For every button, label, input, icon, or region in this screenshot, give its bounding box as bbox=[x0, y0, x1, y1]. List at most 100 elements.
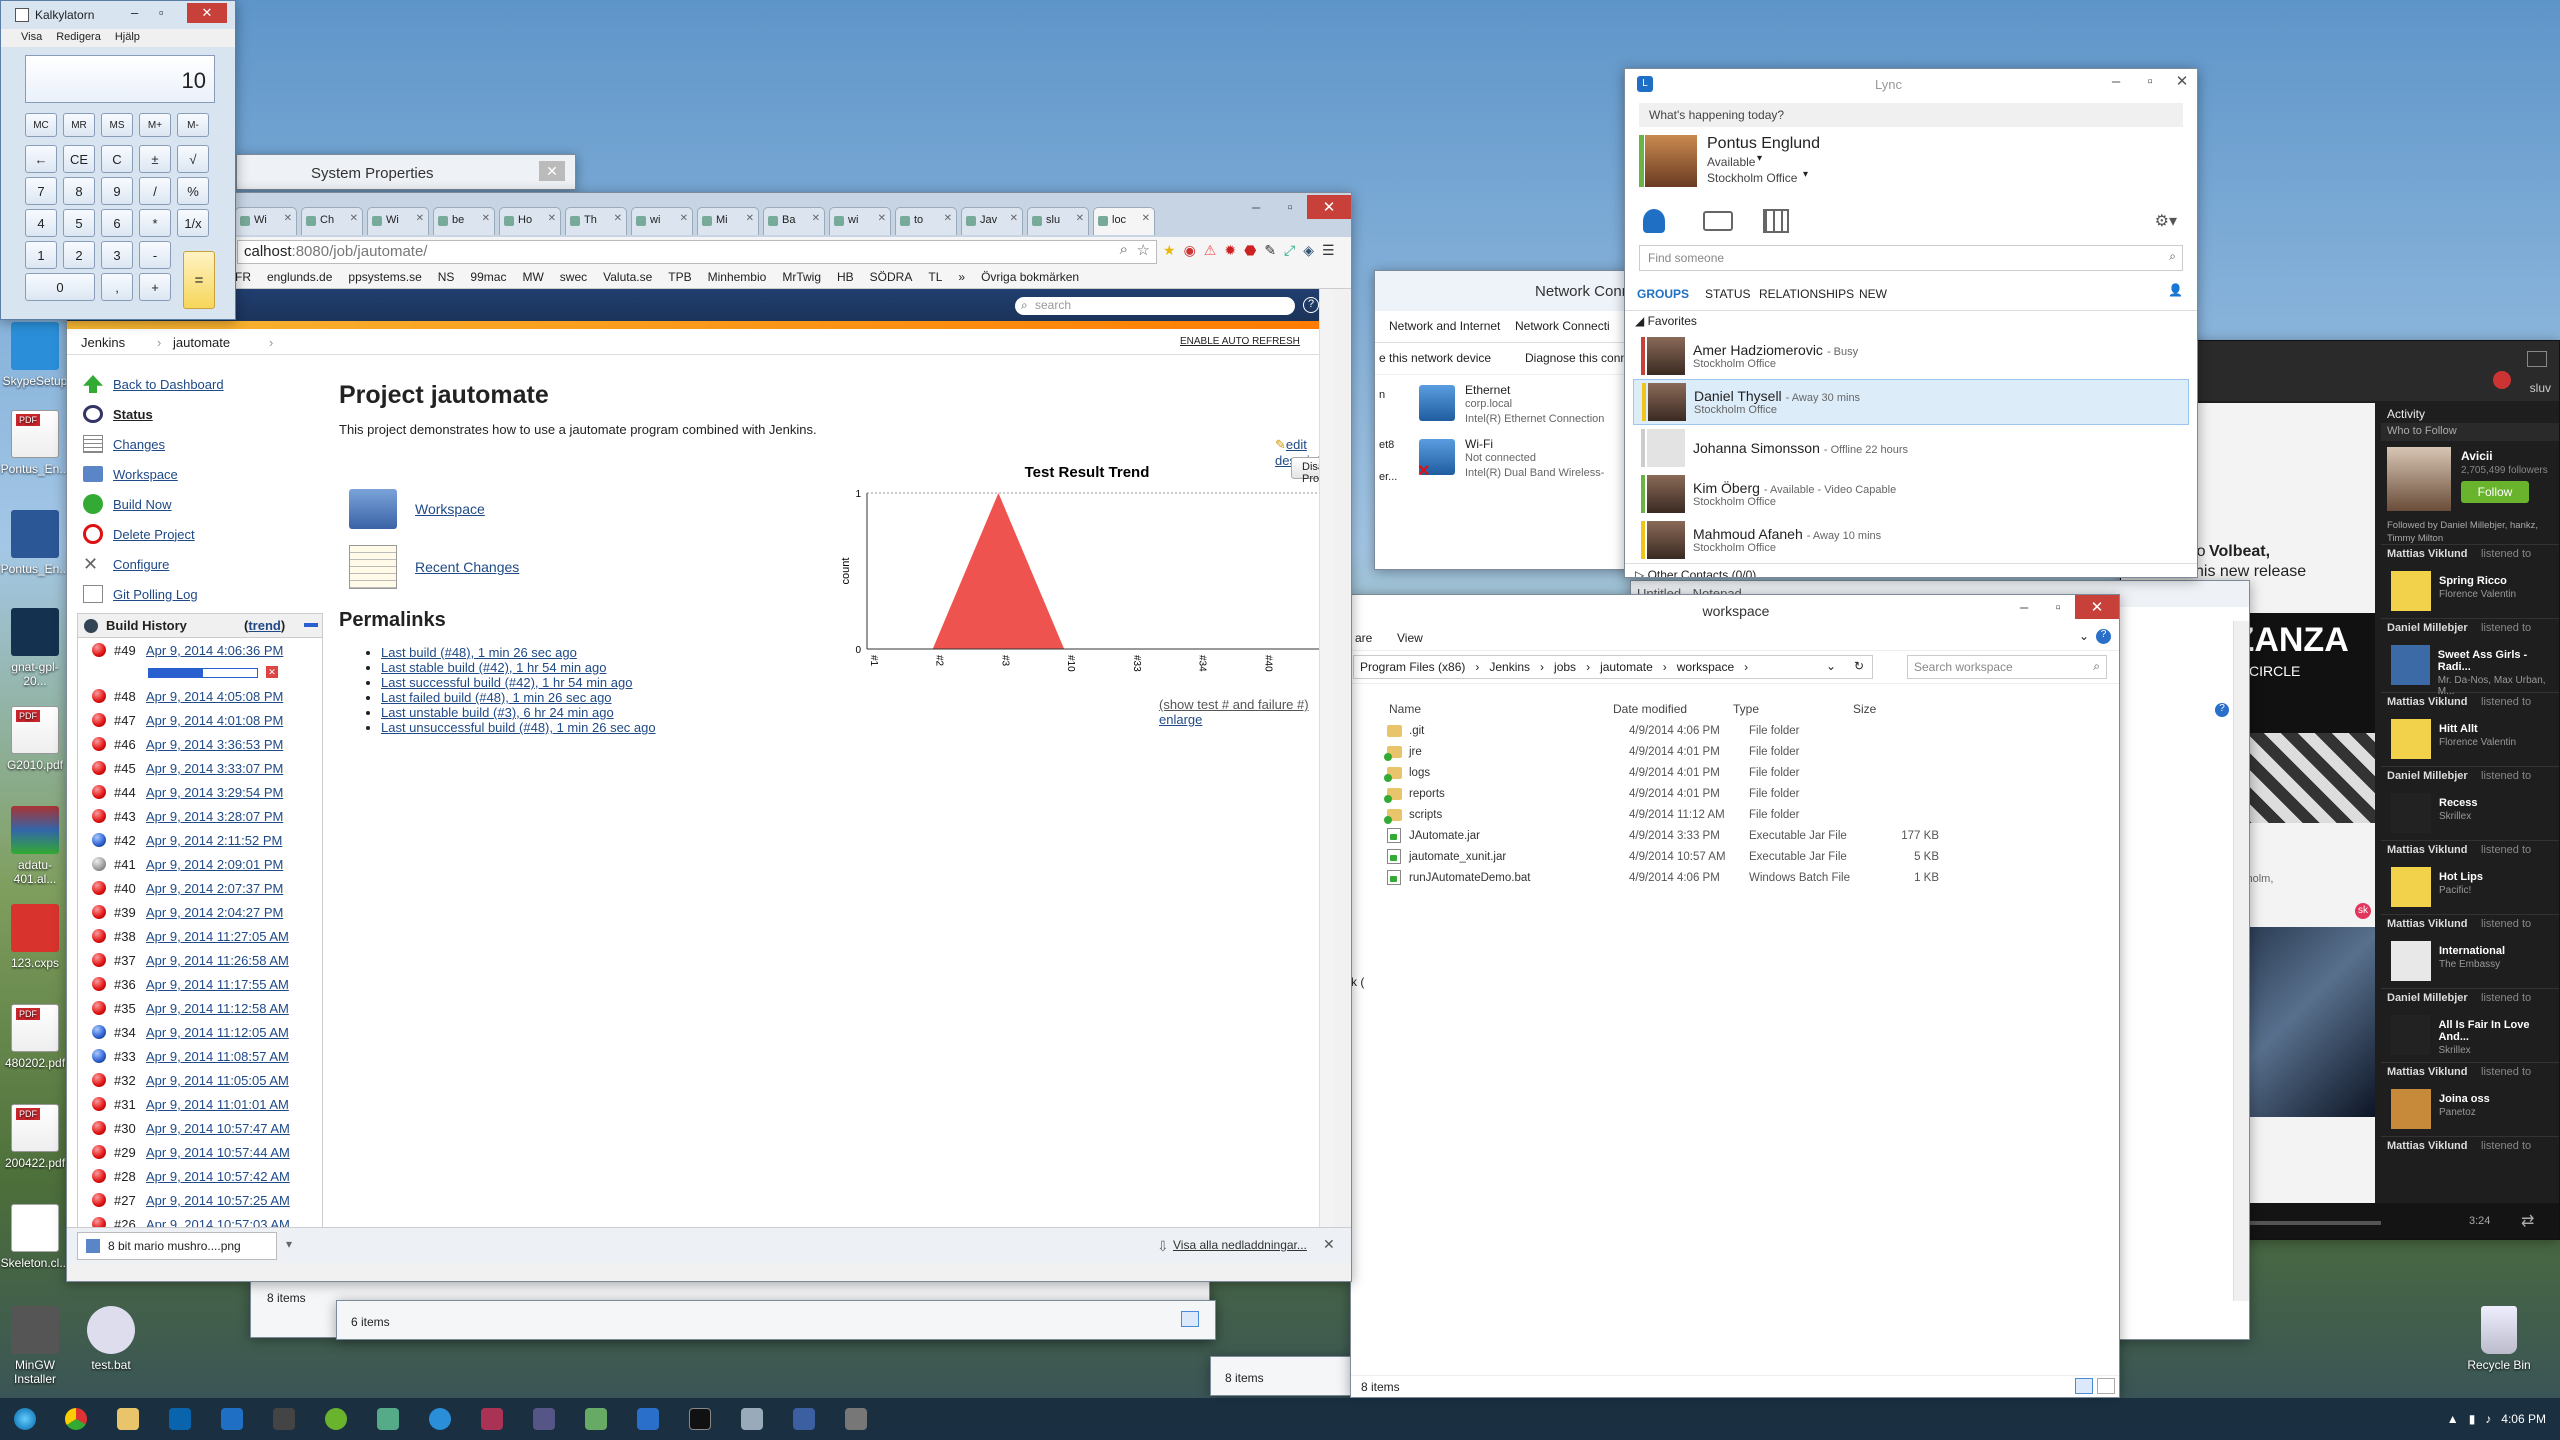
calc-key[interactable]: MR bbox=[63, 113, 95, 137]
browser-tab[interactable]: loc ✕ bbox=[1093, 207, 1155, 235]
taskbar-app[interactable] bbox=[469, 1401, 515, 1437]
build-date-link[interactable]: Apr 9, 2014 10:57:42 AM bbox=[146, 1169, 290, 1184]
close-icon[interactable]: ✕ bbox=[680, 213, 688, 224]
changes-link[interactable]: Changes bbox=[113, 437, 165, 452]
activity-user[interactable]: Daniel Millebjer bbox=[2387, 992, 2468, 1004]
workspace-entry[interactable]: Workspace bbox=[349, 489, 485, 529]
enlarge-link[interactable]: enlarge bbox=[1159, 712, 1202, 727]
build-now-link[interactable]: Build Now bbox=[113, 497, 172, 512]
chevron-down-icon[interactable]: ▾ bbox=[1803, 169, 1808, 180]
conversations-icon[interactable] bbox=[1703, 211, 1733, 231]
extension-icon[interactable]: ✎ bbox=[1264, 242, 1276, 259]
gear-icon[interactable]: ⚙▾ bbox=[2155, 211, 2177, 231]
taskbar-skype[interactable] bbox=[417, 1401, 463, 1437]
show-all-downloads-link[interactable]: Visa alla nedladdningar... bbox=[1173, 1238, 1307, 1252]
track-name[interactable]: Joina oss bbox=[2439, 1093, 2490, 1105]
build-date-link[interactable]: Apr 9, 2014 10:57:03 AM bbox=[146, 1217, 290, 1228]
track-name[interactable]: International bbox=[2439, 945, 2505, 957]
file-row[interactable]: .git 4/9/2014 4:06 PM File folder bbox=[1367, 720, 2119, 741]
build-date-link[interactable]: Apr 9, 2014 11:12:58 AM bbox=[146, 1001, 289, 1016]
build-date-link[interactable]: Apr 9, 2014 11:27:05 AM bbox=[146, 929, 289, 944]
bookmark-item[interactable]: swec bbox=[560, 270, 587, 288]
build-date-link[interactable]: Apr 9, 2014 11:12:05 AM bbox=[146, 1025, 289, 1040]
activity-item[interactable]: Mattias Viklund listened to Hot Lips Pacifi… bbox=[2381, 841, 2559, 915]
bookmark-item[interactable]: NS bbox=[438, 270, 455, 288]
build-date-link[interactable]: Apr 9, 2014 3:28:07 PM bbox=[146, 809, 283, 824]
maximize-icon[interactable]: ▫ bbox=[2133, 69, 2167, 93]
extension-icon[interactable]: ★ bbox=[1163, 242, 1176, 259]
close-icon[interactable]: ✕ bbox=[1142, 213, 1150, 224]
desktop-icon-skeleton[interactable]: Skeleton.cl... bbox=[0, 1204, 70, 1270]
activity-item[interactable]: Mattias Viklund listened to International T… bbox=[2381, 915, 2559, 989]
enable-auto-refresh-link[interactable]: ENABLE AUTO REFRESH bbox=[1180, 336, 1300, 347]
calc-key[interactable]: CE bbox=[63, 145, 95, 173]
browser-tab[interactable]: wi ✕ bbox=[631, 207, 693, 235]
close-icon[interactable]: ✕ bbox=[482, 213, 490, 224]
calc-key[interactable]: 0 bbox=[25, 273, 95, 301]
my-location[interactable]: Stockholm Office bbox=[1707, 171, 1797, 185]
workspace-link[interactable]: Workspace bbox=[113, 467, 178, 482]
taskbar-app[interactable] bbox=[729, 1401, 775, 1437]
calc-key[interactable]: M+ bbox=[139, 113, 171, 137]
taskbar-cmd[interactable] bbox=[677, 1401, 723, 1437]
download-item[interactable]: 8 bit mario mushro....png ▾ bbox=[77, 1232, 292, 1260]
artist-name[interactable]: Skrillex bbox=[2439, 811, 2478, 822]
scrollbar[interactable] bbox=[1319, 289, 1333, 1227]
activity-item[interactable]: Daniel Millebjer listened to All Is Fair I… bbox=[2381, 989, 2559, 1063]
build-date-link[interactable]: Apr 9, 2014 10:57:25 AM bbox=[146, 1193, 290, 1208]
git-polling-log-link[interactable]: Git Polling Log bbox=[113, 587, 198, 602]
maximize-icon[interactable]: ▫ bbox=[1273, 195, 1307, 219]
taskbar-app[interactable] bbox=[521, 1401, 567, 1437]
spotify-user[interactable]: sluv bbox=[2530, 381, 2551, 395]
close-icon[interactable]: ✕ bbox=[187, 3, 227, 23]
desktop-icon-skypesetup[interactable]: SkypeSetup bbox=[0, 322, 70, 388]
artist-name[interactable]: Pacific! bbox=[2439, 885, 2483, 896]
tab-relationships[interactable]: RELATIONSHIPS bbox=[1759, 287, 1854, 301]
bookmark-item[interactable]: HB bbox=[837, 270, 854, 288]
browser-tab[interactable]: Ba ✕ bbox=[763, 207, 825, 235]
taskbar-app[interactable] bbox=[573, 1401, 619, 1437]
taskbar-app[interactable] bbox=[781, 1401, 827, 1437]
details-view-icon[interactable] bbox=[2075, 1378, 2093, 1394]
calc-key[interactable]: / bbox=[139, 177, 171, 205]
activity-item[interactable]: Daniel Millebjer listened to Sweet Ass Gir… bbox=[2381, 619, 2559, 697]
browser-tab[interactable]: Th ✕ bbox=[565, 207, 627, 235]
taskbar-chrome[interactable] bbox=[53, 1401, 99, 1437]
activity-item[interactable]: Daniel Millebjer listened to Recess Skrille… bbox=[2381, 767, 2559, 841]
calc-key[interactable]: , bbox=[101, 273, 133, 301]
activity-user[interactable]: Mattias Viklund bbox=[2387, 844, 2467, 856]
activity-user[interactable]: Daniel Millebjer bbox=[2387, 770, 2468, 782]
build-date-link[interactable]: Apr 9, 2014 11:26:58 AM bbox=[146, 953, 289, 968]
build-date-link[interactable]: Apr 9, 2014 11:08:57 AM bbox=[146, 1049, 289, 1064]
chevron-down-icon[interactable]: ▾ bbox=[1757, 153, 1762, 164]
minimize-icon[interactable]: – bbox=[131, 5, 138, 20]
calc-key[interactable]: - bbox=[139, 241, 171, 269]
recent-changes-entry[interactable]: Recent Changes bbox=[349, 545, 519, 589]
whats-happening-input[interactable]: What's happening today? bbox=[1639, 103, 2183, 127]
browser-tab[interactable]: Ch ✕ bbox=[301, 207, 363, 235]
activity-user[interactable]: Mattias Viklund bbox=[2387, 918, 2467, 930]
activity-user[interactable]: Mattias Viklund bbox=[2387, 1066, 2467, 1078]
desktop-icon-word[interactable]: Pontus_En... bbox=[0, 510, 70, 576]
taskbar-app[interactable] bbox=[833, 1401, 879, 1437]
close-icon[interactable]: ✕ bbox=[350, 213, 358, 224]
desktop-icon-pdf1[interactable]: Pontus_En... bbox=[0, 410, 70, 476]
breadcrumb[interactable]: Program Files (x86) › Jenkins › jobs › jaut… bbox=[1353, 655, 1873, 679]
browser-tab[interactable]: Jav ✕ bbox=[961, 207, 1023, 235]
bookmark-item[interactable]: 99mac bbox=[470, 270, 506, 288]
close-icon[interactable]: ✕ bbox=[878, 213, 886, 224]
contact-item[interactable]: Daniel Thysell - Away 30 mins Stockholm Of… bbox=[1633, 379, 2189, 425]
file-row[interactable]: reports 4/9/2014 4:01 PM File folder bbox=[1367, 783, 2119, 804]
details-view-icon[interactable] bbox=[1181, 1311, 1199, 1327]
calc-key[interactable]: √ bbox=[177, 145, 209, 173]
trend-link[interactable]: trend bbox=[248, 618, 281, 633]
chevron-down-icon[interactable]: ⌄ bbox=[1826, 659, 1836, 673]
close-icon[interactable]: ✕ bbox=[812, 213, 820, 224]
build-date-link[interactable]: Apr 9, 2014 11:01:01 AM bbox=[146, 1097, 289, 1112]
desktop-icon-pdf2[interactable]: G2010.pdf bbox=[0, 706, 70, 772]
calc-key[interactable]: 1 bbox=[25, 241, 57, 269]
collapse-icon[interactable] bbox=[304, 623, 318, 627]
artist-name[interactable]: Skrillex bbox=[2438, 1045, 2559, 1056]
help-icon[interactable]: ? bbox=[2096, 629, 2111, 644]
bookmark-item[interactable]: ppsystems.se bbox=[348, 270, 421, 288]
